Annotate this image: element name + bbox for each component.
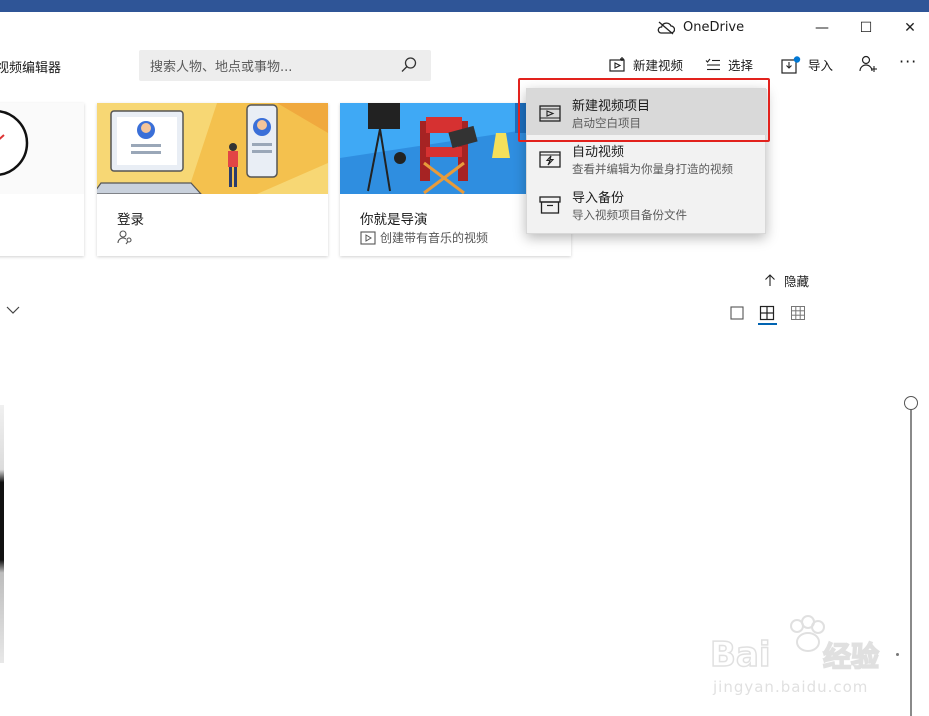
slider-tick xyxy=(896,653,899,656)
person-key-icon xyxy=(117,230,132,245)
import-button[interactable]: 导入 xyxy=(781,55,833,74)
card-sign-in-subtitle xyxy=(117,229,137,245)
small-grid-icon[interactable] xyxy=(790,305,806,321)
menu-item-import-backup-subtitle: 导入视频项目备份文件 xyxy=(572,208,687,222)
card-partial-image xyxy=(0,103,84,194)
card-sign-in-title: 登录 xyxy=(117,212,144,228)
highlight-annotation-box xyxy=(518,78,770,142)
menu-item-auto-video-title: 自动视频 xyxy=(572,145,625,160)
hide-section-button[interactable]: 隐藏 xyxy=(764,271,809,290)
medium-grid-icon[interactable] xyxy=(759,305,775,321)
menu-item-import-backup-title: 导入备份 xyxy=(572,191,625,206)
active-view-indicator xyxy=(758,323,777,325)
close-button[interactable]: ✕ xyxy=(900,18,920,38)
checklist-icon xyxy=(705,58,720,70)
search-icon[interactable] xyxy=(400,56,418,74)
onedrive-label: OneDrive xyxy=(683,20,745,35)
card-sign-in[interactable]: 登录 xyxy=(97,103,328,256)
maximize-button[interactable]: ☐ xyxy=(856,18,876,38)
app-title: 视频编辑器 xyxy=(0,61,62,76)
select-label: 选择 xyxy=(728,58,754,73)
clock-illustration xyxy=(0,110,29,176)
arrow-up-icon xyxy=(765,274,775,286)
hide-label: 隐藏 xyxy=(784,274,810,289)
menu-item-import-backup[interactable]: 导入备份 导入视频项目备份文件 xyxy=(527,181,767,227)
import-label: 导入 xyxy=(808,58,834,73)
card-director-subtitle-text: 创建带有音乐的视频 xyxy=(380,231,489,245)
search-placeholder: 搜索人物、地点或事物... xyxy=(150,60,293,75)
new-video-icon xyxy=(609,56,625,72)
chevron-down-icon[interactable] xyxy=(6,306,20,315)
cloud-offline-icon xyxy=(657,21,675,34)
card-director-title: 你就是导演 xyxy=(360,212,428,228)
baidu-watermark: Bai 经验 jingyan.baidu.com xyxy=(709,615,880,696)
add-person-icon xyxy=(859,55,877,72)
video-icon xyxy=(360,230,376,245)
archive-icon xyxy=(539,196,561,214)
svg-text:经验: 经验 xyxy=(823,640,879,673)
more-options-button[interactable]: ··· xyxy=(899,52,917,71)
media-thumbnail-partial[interactable] xyxy=(0,405,4,663)
auto-video-icon xyxy=(539,151,561,168)
zoom-slider-track[interactable] xyxy=(910,410,912,716)
select-button[interactable]: 选择 xyxy=(705,55,753,74)
card-director-subtitle: 创建带有音乐的视频 xyxy=(360,229,488,246)
card-partial[interactable] xyxy=(0,103,84,256)
single-view-icon[interactable] xyxy=(729,305,745,321)
account-button[interactable] xyxy=(859,55,877,73)
onedrive-status[interactable]: OneDrive xyxy=(657,20,744,35)
minimize-button[interactable]: — xyxy=(812,18,832,38)
svg-text:jingyan.baidu.com: jingyan.baidu.com xyxy=(712,678,868,696)
title-bar: OneDrive — ☐ ✕ xyxy=(0,12,929,46)
search-box[interactable]: 搜索人物、地点或事物... xyxy=(139,50,431,81)
svg-text:Bai: Bai xyxy=(710,635,771,675)
menu-item-auto-video-subtitle: 查看并编辑为你量身打造的视频 xyxy=(572,162,733,176)
window-top-strip xyxy=(0,0,929,12)
sign-in-illustration xyxy=(97,103,328,194)
new-video-button[interactable]: 新建视频 xyxy=(609,55,683,74)
zoom-slider-thumb[interactable] xyxy=(904,396,918,410)
import-icon xyxy=(781,55,801,74)
new-video-label: 新建视频 xyxy=(633,58,684,73)
